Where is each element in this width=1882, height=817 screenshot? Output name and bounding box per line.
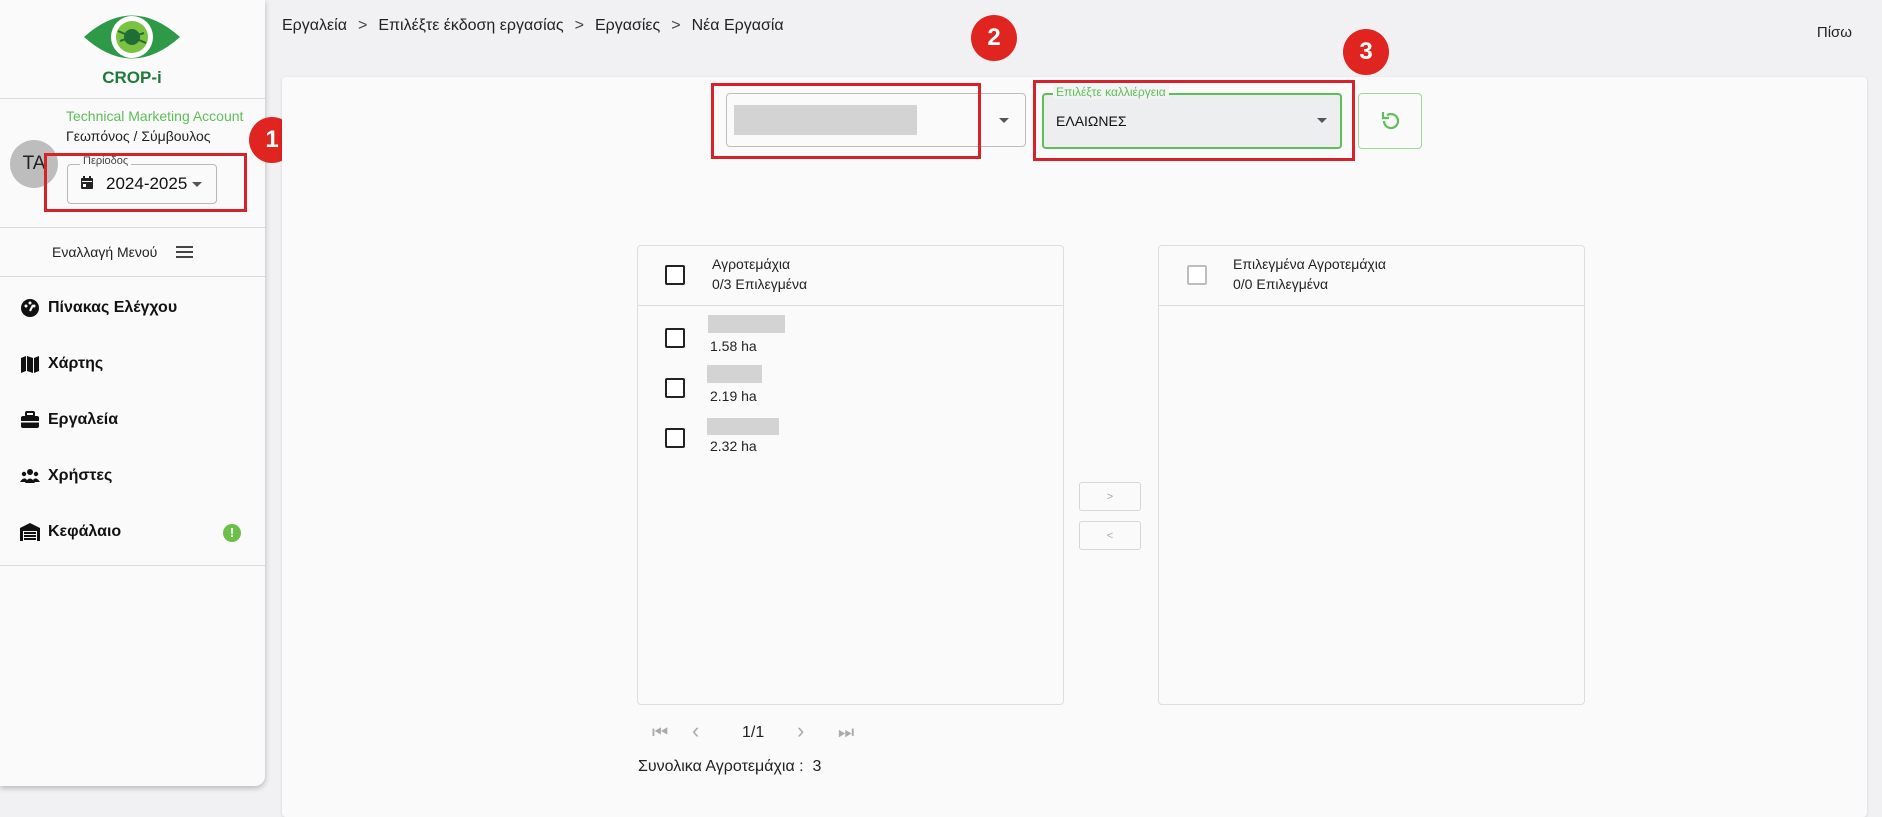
account-name: Technical Marketing Account	[66, 108, 244, 124]
first-page-icon[interactable]: ⏮	[652, 722, 668, 743]
sidebar: CROP-i Technical Marketing Account Γεωπό…	[0, 0, 265, 786]
sidebar-item-label: Εργαλεία	[48, 411, 119, 428]
sidebar-item-users[interactable]: Χρήστες	[0, 456, 265, 496]
chevron-down-icon	[999, 118, 1009, 123]
annotation-box-3	[1033, 80, 1355, 161]
panel-header	[638, 246, 1063, 306]
users-icon	[20, 469, 40, 483]
panel-header	[1159, 246, 1584, 306]
menu-toggle-label[interactable]: Εναλλαγή Μενού	[52, 244, 157, 260]
account-role: Γεωπόνος / Σύμβουλος	[66, 128, 211, 144]
redacted-name	[708, 315, 785, 333]
logo-text: CROP-i	[102, 68, 162, 87]
annotation-badge-2: 2	[971, 15, 1017, 61]
annotation-badge-3: 3	[1343, 29, 1389, 75]
main-card	[282, 77, 1867, 817]
divider	[0, 276, 265, 277]
panel-subtitle: 0/0 Επιλεγμένα	[1233, 276, 1329, 292]
breadcrumb-separator: >	[671, 17, 681, 34]
warehouse-icon	[20, 523, 40, 541]
app-logo[interactable]: CROP-i	[80, 6, 184, 91]
breadcrumb-separator: >	[357, 17, 368, 34]
panel-subtitle: 0/3 Επιλεγμένα	[712, 276, 808, 292]
panel-title: Αγροτεμάχια	[712, 256, 791, 272]
parcel-size: 1.58 ha	[710, 338, 757, 354]
redacted-name	[707, 365, 762, 383]
select-all-checkbox[interactable]	[665, 265, 685, 285]
dashboard-icon	[21, 299, 39, 317]
move-right-button[interactable]: >	[1079, 482, 1141, 511]
sidebar-item-label: Χάρτης	[48, 355, 104, 372]
breadcrumb-item[interactable]: Επιλέξτε έκδοση εργασίας	[378, 17, 563, 35]
eye-logo-icon	[84, 15, 180, 59]
parcel-checkbox[interactable]	[665, 328, 685, 348]
sidebar-item-label: Πίνακας Ελέγχου	[48, 299, 178, 316]
prev-page-icon[interactable]: ‹	[692, 718, 699, 744]
refresh-button[interactable]	[1358, 93, 1422, 149]
breadcrumb-item[interactable]: Εργαλεία	[282, 17, 347, 35]
parcel-size: 2.32 ha	[710, 438, 757, 454]
redacted-name	[707, 418, 779, 435]
breadcrumb: Εργαλεία > Επιλέξτε έκδοση εργασίας > Εργασί…	[282, 17, 784, 35]
breadcrumb-item[interactable]: Εργασίες	[595, 17, 660, 35]
available-parcels-panel	[637, 245, 1064, 705]
select-all-checkbox[interactable]	[1187, 265, 1207, 285]
parcel-checkbox[interactable]	[665, 378, 685, 398]
breadcrumb-item-current: Νέα Εργασία	[691, 17, 784, 34]
alert-badge: !	[223, 524, 241, 542]
map-icon	[21, 356, 39, 373]
breadcrumb-separator: >	[574, 17, 584, 34]
toolbox-icon	[21, 411, 39, 428]
sidebar-item-tools[interactable]: Εργαλεία	[0, 400, 265, 440]
next-page-icon[interactable]: ›	[797, 718, 804, 744]
back-button[interactable]: Πίσω	[1817, 24, 1852, 41]
annotation-box-2	[711, 83, 981, 159]
page-indicator: 1/1	[742, 724, 765, 741]
sidebar-item-label: Κεφάλαιο	[48, 523, 122, 540]
selected-parcels-panel	[1158, 245, 1585, 705]
divider	[0, 227, 265, 228]
annotation-box-1	[44, 153, 247, 212]
hamburger-menu-icon[interactable]	[176, 246, 193, 258]
total-parcels: Συνολικα Αγροτεμάχια : 3	[638, 758, 821, 776]
total-value: 3	[812, 758, 822, 775]
last-page-icon[interactable]: ⏭	[838, 722, 854, 743]
parcel-checkbox[interactable]	[665, 428, 685, 448]
total-label: Συνολικα Αγροτεμάχια :	[638, 758, 804, 775]
sidebar-item-map[interactable]: Χάρτης	[0, 344, 265, 384]
parcel-size: 2.19 ha	[710, 388, 757, 404]
panel-title: Επιλεγμένα Αγροτεμάχια	[1233, 256, 1386, 272]
sidebar-item-dashboard[interactable]: Πίνακας Ελέγχου	[0, 288, 265, 328]
sidebar-item-label: Χρήστες	[48, 467, 113, 484]
divider	[0, 565, 265, 566]
move-left-button[interactable]: <	[1079, 521, 1141, 550]
divider	[0, 98, 265, 99]
refresh-icon	[1381, 112, 1400, 130]
